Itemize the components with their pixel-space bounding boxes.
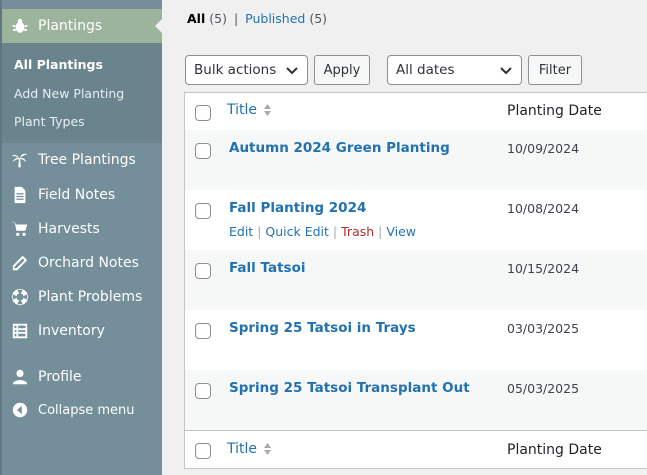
planting-title-link[interactable]: Autumn 2024 Green Planting: [229, 140, 450, 156]
row-checkbox[interactable]: [195, 143, 211, 159]
menu-item-label: Harvests: [38, 221, 100, 237]
planting-date: 10/09/2024: [507, 141, 580, 156]
menu-item-plantings[interactable]: Plantings: [2, 9, 164, 43]
title-column-label: Title: [227, 102, 258, 118]
view-published-link[interactable]: Published: [245, 11, 305, 26]
title-column-label: Title: [227, 441, 258, 457]
menu-item-label: Plantings: [38, 18, 103, 34]
table-row: Autumn 2024 Green Planting 10/09/2024: [185, 130, 647, 190]
planting-date: 10/08/2024: [507, 201, 580, 216]
table-row: Spring 25 Tatsoi in Trays 03/03/2025: [185, 310, 647, 370]
menu-item-label: Field Notes: [38, 187, 116, 203]
select-all-checkbox[interactable]: [195, 105, 211, 121]
menu-item-plant-problems[interactable]: Plant Problems: [2, 280, 162, 314]
view-all-count: (5): [209, 11, 227, 26]
menu-item-label: Orchard Notes: [38, 255, 139, 271]
title-column-header[interactable]: Title: [227, 102, 272, 118]
pencil-icon: [2, 246, 38, 280]
menu-item-label: Tree Plantings: [38, 152, 136, 168]
palm-tree-icon: [2, 143, 38, 177]
row-checkbox[interactable]: [195, 203, 211, 219]
collapse-arrow-icon: [2, 393, 38, 427]
main-content: All (5) | Published (5) Bulk actions App…: [162, 0, 647, 475]
menu-item-label: Collapse menu: [38, 402, 135, 418]
planting-title-link[interactable]: Spring 25 Tatsoi Transplant Out: [229, 380, 470, 396]
planting-date: 03/03/2025: [507, 321, 580, 336]
view-published-count: (5): [309, 11, 328, 26]
chevron-down-icon: [500, 67, 512, 75]
menu-item-field-notes[interactable]: Field Notes: [2, 178, 162, 212]
filter-button[interactable]: Filter: [528, 55, 582, 85]
menu-item-tree-plantings[interactable]: Tree Plantings: [2, 143, 162, 177]
bulk-actions-select[interactable]: Bulk actions: [185, 55, 308, 85]
menu-item-profile[interactable]: Profile: [2, 360, 162, 394]
planting-title-link[interactable]: Fall Tatsoi: [229, 260, 305, 276]
row-action-separator: |: [257, 224, 262, 239]
table-header: Title Planting Date: [185, 93, 647, 131]
menu-item-inventory[interactable]: Inventory: [2, 314, 162, 348]
select-all-checkbox-footer[interactable]: [195, 443, 211, 459]
view-separator: |: [233, 11, 239, 26]
planting-title-link[interactable]: Spring 25 Tatsoi in Trays: [229, 320, 416, 336]
bulk-actions-value: Bulk actions: [194, 62, 277, 78]
apply-button[interactable]: Apply: [314, 55, 370, 85]
submenu-all-plantings[interactable]: All Plantings: [14, 57, 103, 72]
row-actions: Edit | Quick Edit | Trash | View: [229, 224, 416, 239]
collapse-menu-button[interactable]: Collapse menu: [2, 393, 162, 427]
trash-link[interactable]: Trash: [341, 224, 374, 239]
document-icon: [2, 178, 38, 212]
sort-icon: [264, 443, 272, 455]
plantings-submenu: All Plantings Add New Planting Plant Typ…: [2, 43, 162, 143]
planting-title-link[interactable]: Fall Planting 2024: [229, 200, 366, 216]
cart-icon: [2, 212, 38, 246]
table-row: Fall Tatsoi 10/15/2024: [185, 250, 647, 310]
quick-edit-link[interactable]: Quick Edit: [265, 224, 329, 239]
row-checkbox[interactable]: [195, 383, 211, 399]
dates-value: All dates: [396, 62, 455, 78]
table-row: Spring 25 Tatsoi Transplant Out 05/03/20…: [185, 370, 647, 430]
admin-sidebar: Plantings All Plantings Add New Planting…: [0, 0, 164, 475]
title-column-footer[interactable]: Title: [227, 441, 272, 457]
list-table-icon: [2, 314, 38, 348]
view-link[interactable]: View: [386, 224, 416, 239]
planting-date: 05/03/2025: [507, 381, 580, 396]
plantings-table: Title Planting Date Autumn 2024 Green Pl…: [184, 92, 647, 469]
user-icon: [2, 360, 38, 394]
dates-select[interactable]: All dates: [387, 55, 522, 85]
row-action-separator: |: [332, 224, 338, 239]
row-action-separator: |: [378, 224, 383, 239]
planting-date-column-header: Planting Date: [507, 103, 602, 119]
table-row: Fall Planting 2024 10/08/2024 Edit | Qui…: [185, 190, 647, 250]
menu-item-harvests[interactable]: Harvests: [2, 212, 162, 246]
lifebuoy-icon: [2, 280, 38, 314]
sort-icon: [264, 104, 272, 116]
chevron-down-icon: [286, 67, 298, 75]
view-filters: All (5) | Published (5): [187, 11, 327, 26]
menu-item-label: Profile: [38, 369, 82, 385]
menu-item-label: Inventory: [38, 323, 105, 339]
row-checkbox[interactable]: [195, 263, 211, 279]
planting-date-column-footer: Planting Date: [507, 442, 602, 458]
view-all-link[interactable]: All: [187, 11, 205, 26]
bug-icon: [2, 9, 38, 43]
menu-item-label: Plant Problems: [38, 289, 143, 305]
planting-date: 10/15/2024: [507, 261, 580, 276]
row-checkbox[interactable]: [195, 323, 211, 339]
submenu-add-new-planting[interactable]: Add New Planting: [14, 86, 124, 101]
submenu-plant-types[interactable]: Plant Types: [14, 114, 85, 129]
table-footer: Title Planting Date: [185, 430, 647, 468]
menu-item-orchard-notes[interactable]: Orchard Notes: [2, 246, 162, 280]
edit-link[interactable]: Edit: [229, 224, 253, 239]
